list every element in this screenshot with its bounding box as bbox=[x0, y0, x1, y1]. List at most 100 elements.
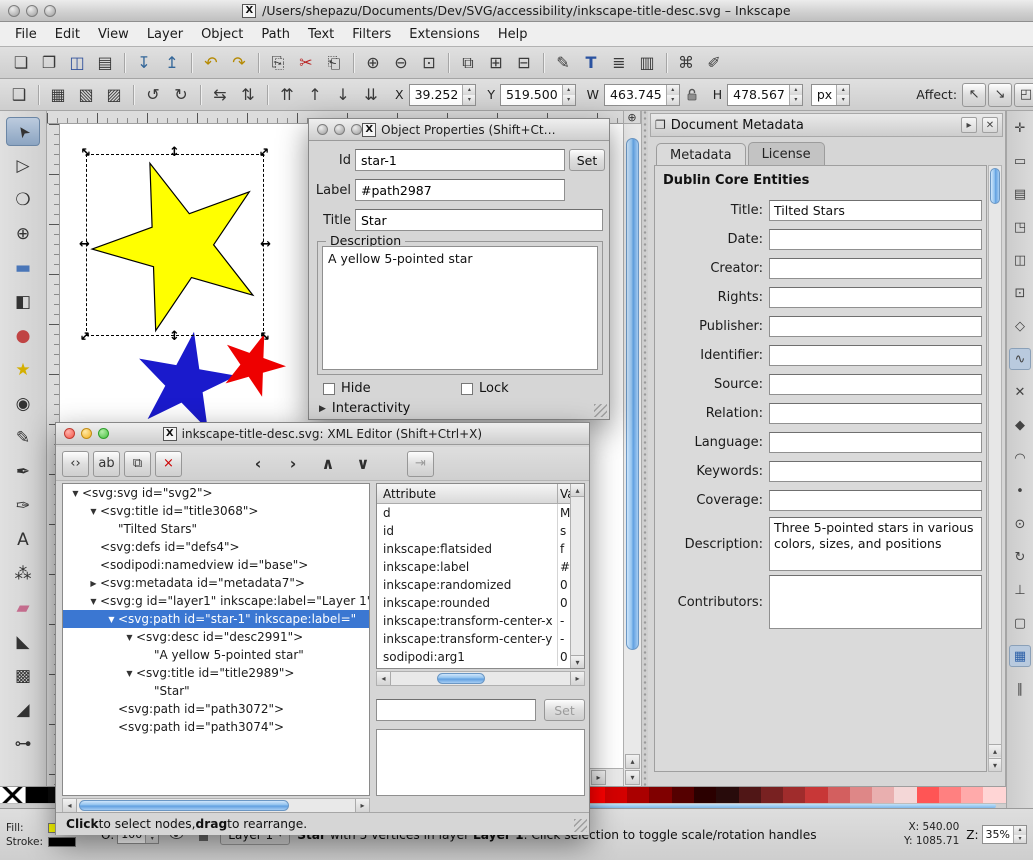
tab[interactable]: Metadata bbox=[656, 143, 746, 166]
delete-node-button[interactable]: × bbox=[155, 451, 182, 477]
scroll-up-button[interactable]: ▴ bbox=[625, 754, 640, 769]
scrollbar-thumb[interactable] bbox=[626, 138, 639, 650]
field-input[interactable] bbox=[769, 490, 982, 511]
node-tool-icon[interactable]: ▷ bbox=[6, 151, 40, 180]
dropper-tool-icon[interactable]: ◢ bbox=[6, 695, 40, 724]
snap-rotation-center-icon[interactable]: ↻ bbox=[1009, 546, 1031, 568]
field-input[interactable] bbox=[769, 432, 982, 453]
paste-icon[interactable]: ⎗ bbox=[321, 50, 347, 76]
paste-in-place-icon[interactable]: ❑ bbox=[6, 82, 32, 108]
zoom-tool-icon[interactable]: ⊕ bbox=[6, 219, 40, 248]
height-value[interactable]: 478.567 bbox=[728, 85, 789, 105]
panel-close-button[interactable]: ✕ bbox=[982, 117, 998, 133]
y-position-value[interactable]: 519.500 bbox=[501, 85, 562, 105]
save-document-icon[interactable]: ◫ bbox=[64, 50, 90, 76]
palette-swatch[interactable] bbox=[828, 787, 850, 803]
panel-menu-button[interactable]: ▸ bbox=[961, 117, 977, 133]
palette-swatch[interactable] bbox=[783, 787, 805, 803]
expander-icon[interactable]: ▼ bbox=[105, 615, 118, 624]
xml-tree-node[interactable]: <svg:defs id="defs4"> bbox=[63, 538, 369, 556]
width-value[interactable]: 463.745 bbox=[605, 85, 666, 105]
scroll-up-button[interactable]: ▴ bbox=[989, 744, 1001, 757]
palette-swatch[interactable] bbox=[739, 787, 761, 803]
attribute-scrollbar[interactable]: ▴ ▾ bbox=[570, 484, 584, 668]
expander-icon[interactable]: ▼ bbox=[87, 597, 100, 606]
attribute-row[interactable]: inkscape:transform-center-y - bbox=[377, 630, 584, 648]
interactivity-expander[interactable]: ▶ Interactivity bbox=[319, 401, 410, 416]
toolbar-icon[interactable] bbox=[129, 82, 138, 108]
palette-swatch[interactable] bbox=[939, 787, 961, 803]
attribute-row[interactable]: d M bbox=[377, 504, 584, 522]
snap-path-icon[interactable]: ∿ bbox=[1009, 348, 1031, 370]
field-input[interactable] bbox=[769, 374, 982, 395]
cut-icon[interactable]: ✂ bbox=[293, 50, 319, 76]
new-attribute-input[interactable] bbox=[376, 699, 536, 721]
attribute-row[interactable]: inkscape:rounded 0 bbox=[377, 594, 584, 612]
affect-move-icon[interactable]: ↖ bbox=[962, 83, 986, 107]
object-properties-dialog[interactable]: X Object Properties (Shift+Ct… Id Set La… bbox=[308, 118, 610, 420]
dialog-titlebar[interactable]: X inkscape-title-desc.svg: XML Editor (S… bbox=[56, 423, 589, 445]
label-input[interactable] bbox=[355, 179, 565, 201]
panel-header[interactable]: ❐ Document Metadata ▸ ✕ bbox=[650, 113, 1003, 137]
lock-ratio-icon[interactable] bbox=[686, 88, 698, 101]
attribute-row[interactable]: sodipodi:arg1 0 bbox=[377, 648, 584, 666]
new-document-icon[interactable]: ❏ bbox=[8, 50, 34, 76]
field-input[interactable] bbox=[769, 287, 982, 308]
field-input[interactable]: Tilted Stars bbox=[769, 200, 982, 221]
rotate-ccw-icon[interactable]: ↺ bbox=[140, 82, 166, 108]
align-dialog-icon[interactable]: ≣ bbox=[606, 50, 632, 76]
resize-grip[interactable] bbox=[574, 819, 587, 832]
palette-swatch[interactable] bbox=[26, 787, 48, 803]
palette-swatch[interactable] bbox=[716, 787, 738, 803]
xml-editor-dialog[interactable]: X inkscape-title-desc.svg: XML Editor (S… bbox=[55, 422, 590, 835]
palette-swatch[interactable] bbox=[694, 787, 716, 803]
snap-text-baseline-icon[interactable]: ⊥ bbox=[1009, 579, 1031, 601]
field-input[interactable] bbox=[769, 461, 982, 482]
xml-tree-node[interactable]: "Tilted Stars" bbox=[63, 520, 369, 538]
lock-checkbox[interactable]: Lock bbox=[461, 381, 509, 396]
attribute-row[interactable]: inkscape:transform-center-x - bbox=[377, 612, 584, 630]
scroll-left-button[interactable]: ◂ bbox=[63, 799, 77, 812]
checkbox-icon[interactable] bbox=[323, 383, 335, 395]
zoom-spinner[interactable]: ▴▾ bbox=[1013, 826, 1026, 843]
fill-stroke-dialog-icon[interactable]: ✎ bbox=[550, 50, 576, 76]
eraser-tool-icon[interactable]: ▰ bbox=[6, 593, 40, 622]
zoom-drawing-icon[interactable]: ⊖ bbox=[388, 50, 414, 76]
attribute-row[interactable]: inkscape:flatsided f bbox=[377, 540, 584, 558]
xml-tree-node[interactable]: <svg:path id="path3072"> bbox=[63, 700, 369, 718]
flip-vertical-icon[interactable]: ⇅ bbox=[235, 82, 261, 108]
menu-item[interactable]: File bbox=[6, 24, 46, 45]
scrollbar-thumb[interactable] bbox=[437, 673, 485, 684]
field-input[interactable] bbox=[769, 229, 982, 250]
create-clone-icon[interactable]: ⊞ bbox=[483, 50, 509, 76]
snap-guide-icon[interactable]: ∥ bbox=[1009, 678, 1031, 700]
lower-to-bottom-icon[interactable]: ⇊ bbox=[358, 82, 384, 108]
dialog-titlebar[interactable]: X Object Properties (Shift+Ct… bbox=[309, 119, 609, 141]
snap-path-intersection-icon[interactable]: ✕ bbox=[1009, 381, 1031, 403]
document-properties-icon[interactable]: ▥ bbox=[634, 50, 660, 76]
field-input[interactable] bbox=[769, 316, 982, 337]
width-field[interactable]: 463.745 ▴▾ bbox=[604, 84, 680, 106]
panel-scrollbar[interactable]: ▴ ▾ bbox=[988, 165, 1002, 772]
affect-transform-icon[interactable]: ↘ bbox=[988, 83, 1012, 107]
y-spinner[interactable]: ▴▾ bbox=[562, 85, 575, 105]
snap-smooth-node-icon[interactable]: ◠ bbox=[1009, 447, 1031, 469]
unlink-clone-icon[interactable]: ⊟ bbox=[511, 50, 537, 76]
attribute-table-header[interactable]: Attribute Value bbox=[377, 484, 584, 504]
palette-swatch[interactable] bbox=[649, 787, 671, 803]
expander-icon[interactable]: ▼ bbox=[87, 507, 100, 516]
zoom-field[interactable]: 35% ▴▾ bbox=[982, 825, 1027, 844]
height-spinner[interactable]: ▴▾ bbox=[789, 85, 802, 105]
scroll-up-button[interactable]: ▴ bbox=[571, 484, 584, 497]
snap-bbox-icon[interactable]: ▭ bbox=[1009, 150, 1031, 172]
xml-tree-node[interactable]: <svg:path id="path3074"> bbox=[63, 718, 369, 736]
scrollbar-thumb[interactable] bbox=[79, 800, 289, 811]
snap-bbox-midpoint-icon[interactable]: ◫ bbox=[1009, 249, 1031, 271]
description-textarea[interactable]: A yellow 5-pointed star bbox=[322, 246, 598, 370]
rectangle-tool-icon[interactable]: ▬ bbox=[6, 253, 40, 282]
spray-tool-icon[interactable]: ⁂ bbox=[6, 559, 40, 588]
scroll-right-button[interactable]: ▸ bbox=[355, 799, 369, 812]
palette-swatch[interactable] bbox=[894, 787, 916, 803]
title-input[interactable] bbox=[355, 209, 603, 231]
units-spinner[interactable]: ▴▾ bbox=[836, 85, 849, 105]
